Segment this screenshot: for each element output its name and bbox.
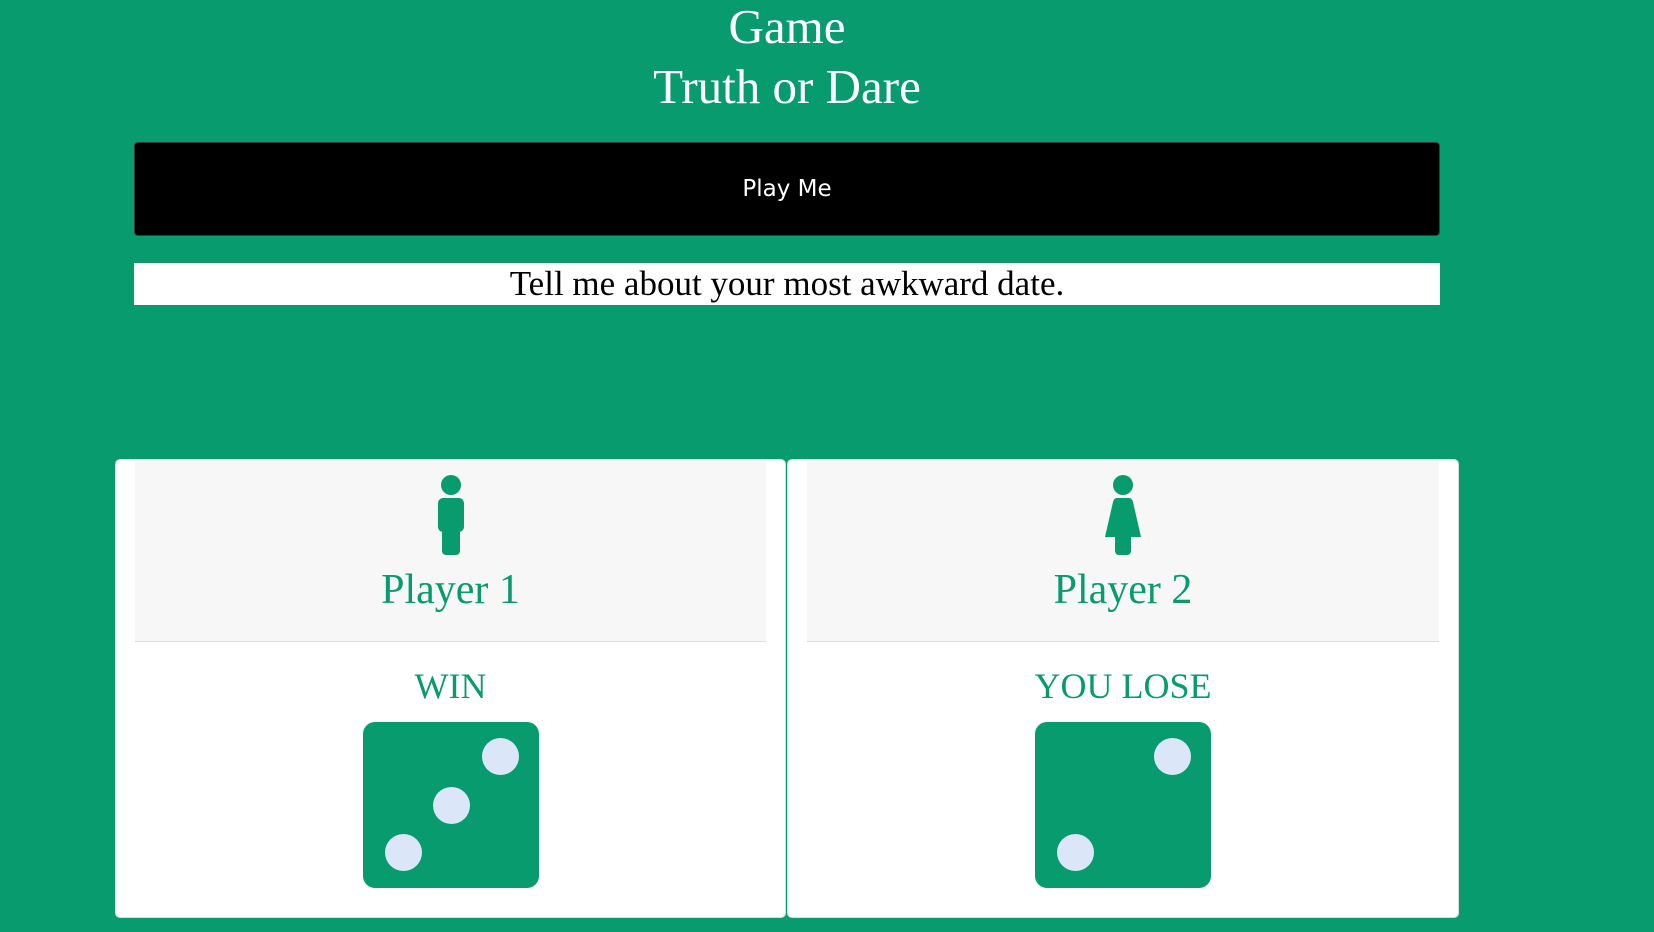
question-display: Tell me about your most awkward date.: [134, 263, 1440, 305]
player-2-card: Player 2 YOU LOSE: [787, 459, 1459, 918]
male-person-icon: [437, 475, 464, 555]
player-1-die-three: [362, 722, 539, 888]
die-pip: [1154, 738, 1191, 775]
female-person-icon: [1105, 475, 1141, 555]
player-1-card: Player 1 WIN: [115, 459, 786, 918]
player-2-result: YOU LOSE: [1034, 666, 1212, 706]
player-2-name: Player 2: [1053, 567, 1193, 613]
die-pip: [1057, 834, 1094, 871]
player-1-name: Player 1: [381, 567, 520, 613]
player-1-header: Player 1: [135, 460, 766, 642]
title-line-truth-or-dare: Truth or Dare: [653, 59, 921, 114]
player-2-die-two: [1035, 722, 1211, 888]
die-pip: [432, 787, 470, 824]
title-line-game: Game: [728, 0, 846, 54]
die-pip: [384, 834, 422, 871]
page-title: Game Truth or Dare: [0, 0, 1574, 117]
game-page: Game Truth or Dare Play Me Tell me about…: [0, 0, 1654, 932]
player-1-result: WIN: [414, 666, 487, 706]
play-me-button[interactable]: Play Me: [134, 142, 1440, 236]
die-pip: [481, 738, 519, 775]
player-2-header: Player 2: [807, 460, 1439, 642]
